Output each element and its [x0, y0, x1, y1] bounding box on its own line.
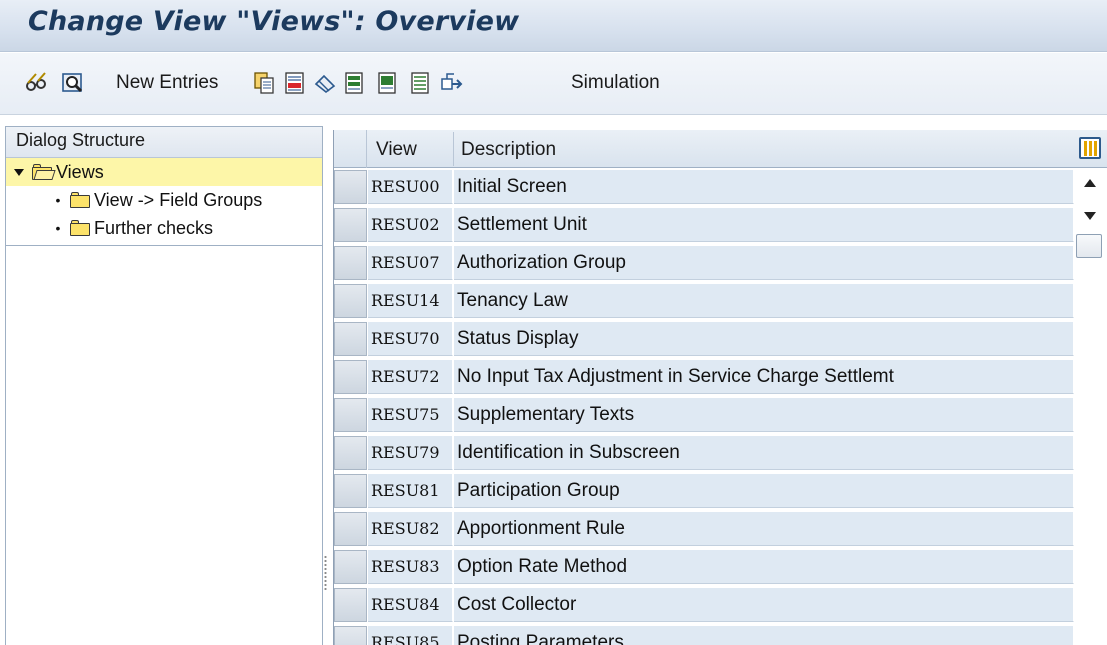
view-cell[interactable]: RESU72	[368, 360, 453, 394]
table-row: RESU02 Settlement Unit	[334, 206, 1074, 244]
new-entries-label: New Entries	[116, 72, 219, 93]
bullet-icon: •	[55, 220, 61, 236]
table-row: RESU00 Initial Screen	[334, 168, 1074, 206]
folder-icon	[70, 192, 92, 208]
view-cell[interactable]: RESU70	[368, 322, 453, 356]
table-row: RESU82 Apportionment Rule	[334, 510, 1074, 548]
description-cell[interactable]: Identification in Subscreen	[454, 436, 1074, 470]
scroll-up-arrow-icon[interactable]	[1084, 179, 1096, 187]
table-row: RESU07 Authorization Group	[334, 244, 1074, 282]
column-header-description[interactable]: Description	[461, 139, 556, 161]
view-cell[interactable]: RESU84	[368, 588, 453, 622]
column-settings-icon[interactable]	[1079, 137, 1101, 159]
dialog-structure-header: Dialog Structure	[6, 127, 322, 158]
description-cell[interactable]: No Input Tax Adjustment in Service Charg…	[454, 360, 1074, 394]
column-divider	[453, 132, 454, 166]
row-selector[interactable]	[334, 170, 367, 204]
row-selector[interactable]	[334, 626, 367, 645]
delete-icon[interactable]	[283, 70, 307, 96]
view-cell[interactable]: RESU79	[368, 436, 453, 470]
view-cell[interactable]: RESU82	[368, 512, 453, 546]
scroll-down-arrow-icon[interactable]	[1084, 212, 1096, 220]
description-cell[interactable]: Settlement Unit	[454, 208, 1074, 242]
select-find-icon[interactable]	[61, 70, 85, 96]
description-cell[interactable]: Participation Group	[454, 474, 1074, 508]
row-selector[interactable]	[334, 436, 367, 470]
description-cell[interactable]: Cost Collector	[454, 588, 1074, 622]
tree-node-further-checks[interactable]: • Further checks	[6, 214, 322, 242]
simulation-label: Simulation	[571, 72, 660, 93]
description-cell[interactable]: Supplementary Texts	[454, 398, 1074, 432]
table-row: RESU84 Cost Collector	[334, 586, 1074, 624]
view-cell[interactable]: RESU83	[368, 550, 453, 584]
select-all-rows-cell[interactable]	[334, 130, 367, 168]
description-cell[interactable]: Initial Screen	[454, 170, 1074, 204]
column-header-view[interactable]: View	[376, 139, 417, 161]
table-body: RESU00 Initial Screen RESU02 Settlement …	[334, 168, 1074, 645]
simulation-button[interactable]: Simulation	[571, 70, 660, 96]
view-cell[interactable]: RESU02	[368, 208, 453, 242]
transport-icon[interactable]	[440, 70, 464, 96]
row-selector[interactable]	[334, 550, 367, 584]
view-cell[interactable]: RESU75	[368, 398, 453, 432]
table-row: RESU70 Status Display	[334, 320, 1074, 358]
table-row: RESU79 Identification in Subscreen	[334, 434, 1074, 472]
deselect-all-icon[interactable]	[409, 70, 433, 96]
bullet-icon: •	[55, 192, 61, 208]
dialog-structure-panel: Dialog Structure Views • View -> Field G…	[5, 126, 323, 645]
select-all-icon[interactable]	[343, 70, 367, 96]
tree-node-view-field-groups[interactable]: • View -> Field Groups	[6, 186, 322, 214]
row-selector[interactable]	[334, 588, 367, 622]
open-folder-icon	[32, 164, 56, 180]
tree-node-views[interactable]: Views	[6, 158, 322, 186]
table-row: RESU85 Posting Parameters	[334, 624, 1074, 645]
table-row: RESU75 Supplementary Texts	[334, 396, 1074, 434]
view-cell[interactable]: RESU85	[368, 626, 453, 645]
row-selector[interactable]	[334, 246, 367, 280]
row-selector[interactable]	[334, 474, 367, 508]
view-cell[interactable]: RESU07	[368, 246, 453, 280]
page-title: Change View "Views": Overview	[28, 6, 520, 37]
title-bar: Change View "Views": Overview	[0, 0, 1107, 52]
new-entries-button[interactable]: New Entries	[116, 70, 218, 96]
row-selector[interactable]	[334, 208, 367, 242]
description-cell[interactable]: Posting Parameters	[454, 626, 1074, 645]
row-selector[interactable]	[334, 284, 367, 318]
expand-triangle-icon[interactable]	[14, 168, 24, 176]
folder-icon	[70, 220, 92, 236]
tree-node-label: View -> Field Groups	[94, 189, 263, 210]
undo-icon[interactable]	[313, 70, 337, 96]
tree-divider	[6, 245, 322, 246]
row-selector[interactable]	[334, 512, 367, 546]
views-table: View Description RESU00 Initial Screen R…	[333, 130, 1107, 645]
description-cell[interactable]: Tenancy Law	[454, 284, 1074, 318]
table-header: View Description	[334, 130, 1107, 168]
table-row: RESU81 Participation Group	[334, 472, 1074, 510]
tree-node-label: Further checks	[94, 217, 214, 238]
tree-node-label: Views	[56, 161, 104, 182]
copy-icon[interactable]	[252, 70, 276, 96]
table-row: RESU14 Tenancy Law	[334, 282, 1074, 320]
view-cell[interactable]: RESU00	[368, 170, 453, 204]
splitter-handle[interactable]	[324, 555, 327, 591]
description-cell[interactable]: Status Display	[454, 322, 1074, 356]
description-cell[interactable]: Apportionment Rule	[454, 512, 1074, 546]
view-cell[interactable]: RESU14	[368, 284, 453, 318]
select-block-icon[interactable]	[376, 70, 400, 96]
description-cell[interactable]: Authorization Group	[454, 246, 1074, 280]
scrollbar-thumb[interactable]	[1076, 234, 1102, 258]
table-row: RESU72 No Input Tax Adjustment in Servic…	[334, 358, 1074, 396]
row-selector[interactable]	[334, 360, 367, 394]
row-selector[interactable]	[334, 322, 367, 356]
table-row: RESU83 Option Rate Method	[334, 548, 1074, 586]
row-selector[interactable]	[334, 398, 367, 432]
description-cell[interactable]: Option Rate Method	[454, 550, 1074, 584]
glasses-icon[interactable]	[24, 70, 48, 96]
application-toolbar: New Entries Simulation	[0, 53, 1107, 115]
view-cell[interactable]: RESU81	[368, 474, 453, 508]
